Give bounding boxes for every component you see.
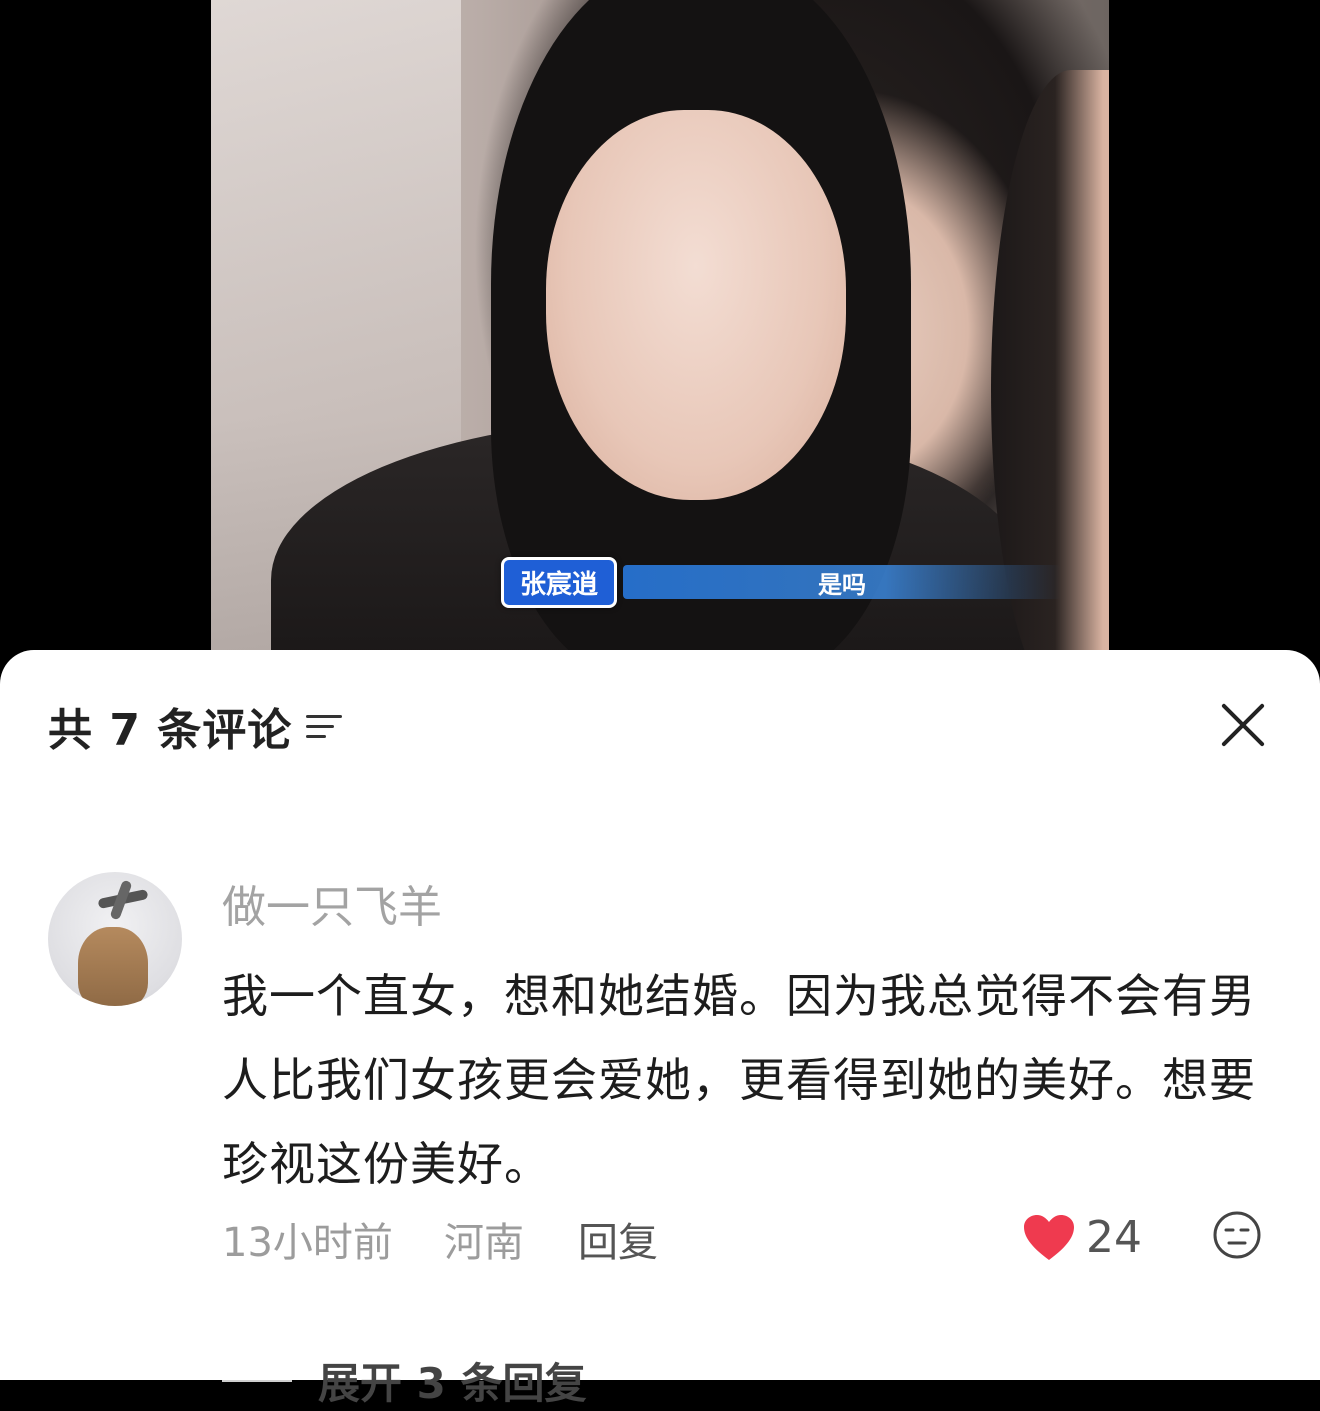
face: [546, 110, 846, 500]
subtitle-text: 是吗: [623, 565, 1061, 599]
avatar[interactable]: [48, 872, 182, 1006]
like-button[interactable]: 24: [1022, 1212, 1142, 1263]
expand-replies-label[interactable]: 展开 3 条回复: [318, 1350, 586, 1411]
emoji-reaction-icon[interactable]: [1212, 1210, 1262, 1260]
comment-count-title: 共 7 条评论: [48, 705, 293, 756]
video-frame[interactable]: 张宸逍 是吗: [211, 0, 1109, 700]
filter-icon[interactable]: [306, 711, 346, 741]
cat-shape: [78, 927, 148, 1006]
comment-time: 13小时前: [222, 1220, 393, 1266]
username[interactable]: 做一只飞羊: [222, 878, 1262, 938]
comment-meta: 13小时前 河南 回复 24: [222, 1210, 1262, 1270]
video-area[interactable]: 张宸逍 是吗: [0, 0, 1320, 700]
like-count: 24: [1086, 1212, 1142, 1263]
reply-button[interactable]: 回复: [578, 1210, 658, 1268]
comment-location: 河南: [444, 1220, 524, 1266]
heart-icon: [1022, 1214, 1076, 1262]
comment-text[interactable]: 我一个直女，想和她结婚。因为我总觉得不会有男人比我们女孩更会爱她，更看得到她的美…: [222, 954, 1262, 1206]
comment-body: 做一只飞羊 我一个直女，想和她结婚。因为我总觉得不会有男人比我们女孩更会爱她，更…: [222, 872, 1262, 1270]
close-icon[interactable]: [1218, 700, 1268, 750]
speaker-name: 张宸逍: [501, 556, 618, 608]
expand-replies-button[interactable]: 展开 3 条回复: [222, 1350, 586, 1411]
subtitle-bar: 张宸逍 是吗: [501, 556, 1061, 608]
sheet-header: 共 7 条评论: [48, 694, 346, 758]
comments-sheet: 共 7 条评论 做一只飞羊 我一个直女，想和她结婚。因为我总觉得不会有男人比我们…: [0, 650, 1320, 1408]
